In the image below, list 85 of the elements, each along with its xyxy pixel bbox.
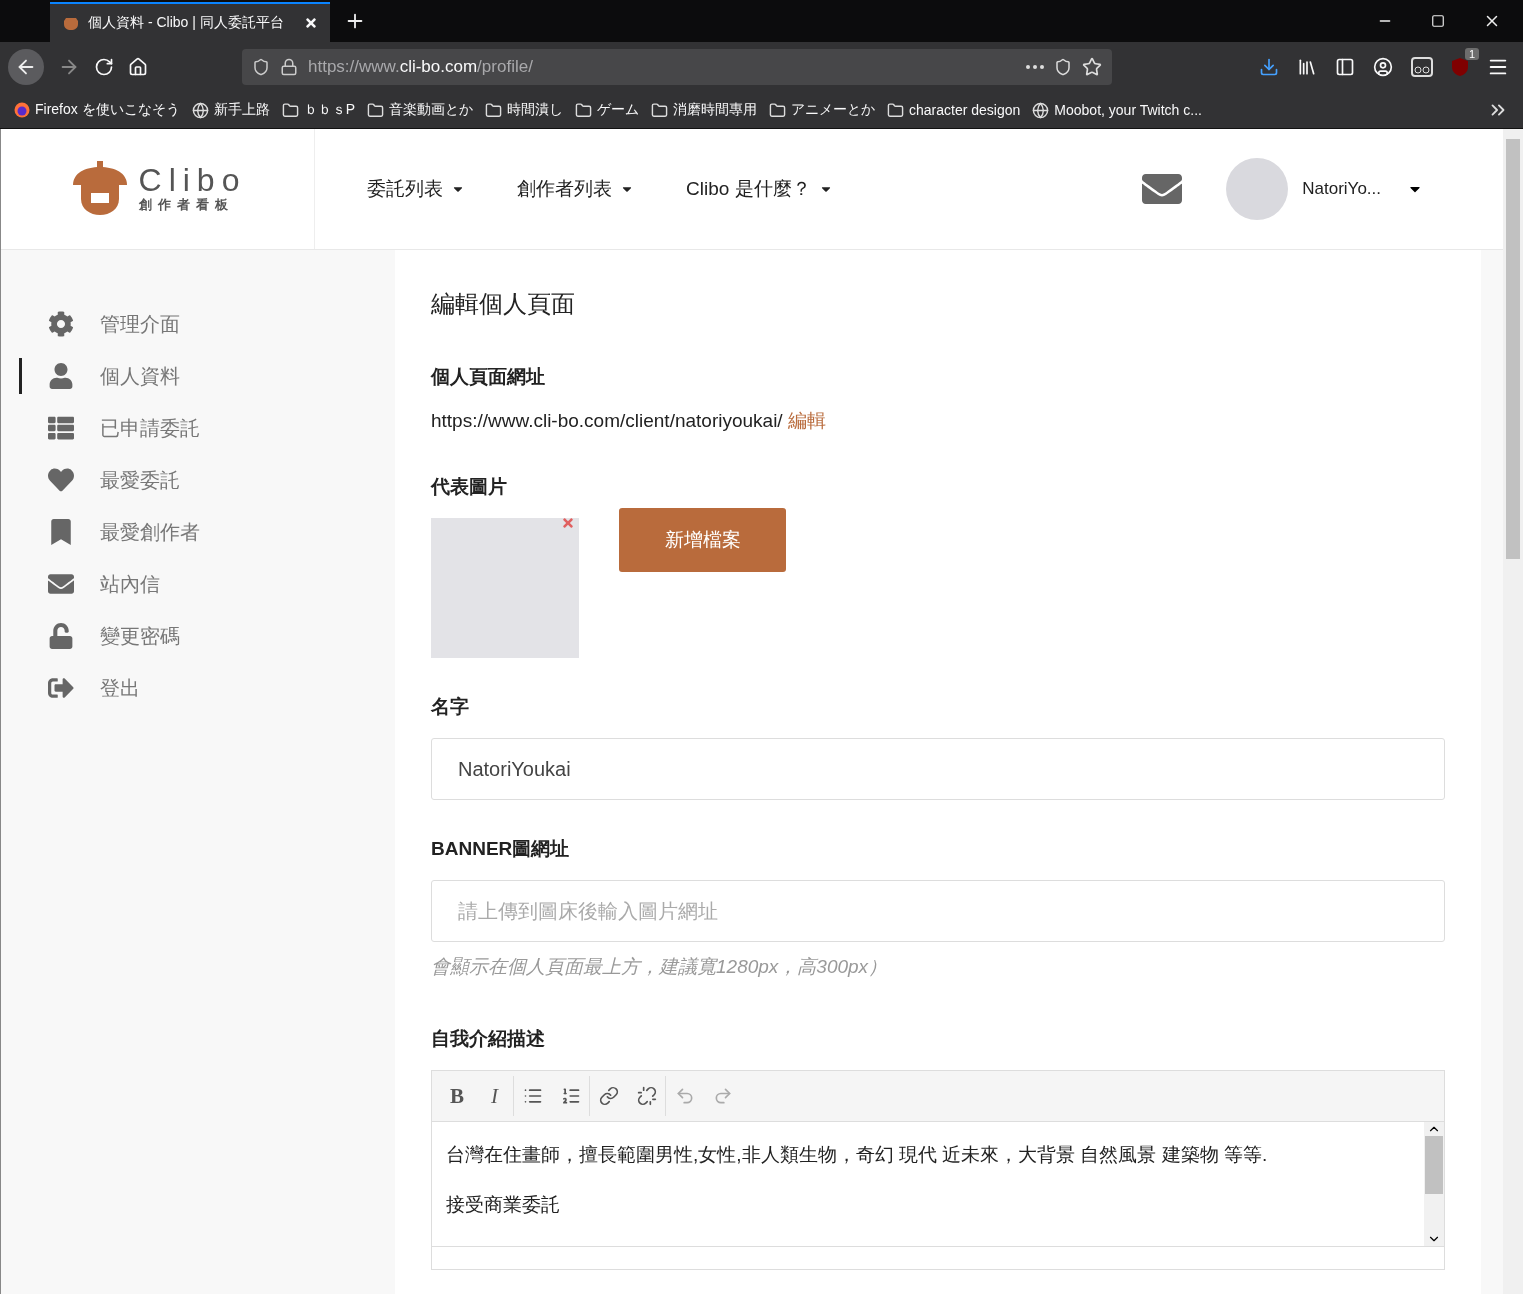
field-label: 自我介紹描述 xyxy=(431,1027,546,1051)
bio-paragraph: 接受商業委託 xyxy=(446,1193,561,1217)
sign-out-icon xyxy=(48,675,74,701)
undo-icon xyxy=(675,1086,695,1106)
sidebar-icon[interactable] xyxy=(1335,57,1355,77)
settings-icon xyxy=(48,311,74,337)
library-icon[interactable] xyxy=(1297,57,1317,77)
nav-menu-link[interactable]: Clibo 是什麼？ xyxy=(686,129,833,249)
folder-icon xyxy=(485,101,503,119)
back-button[interactable] xyxy=(8,49,44,85)
globe-icon xyxy=(1032,101,1050,119)
banner-url-input[interactable]: 請上傳到圖床後輸入圖片網址 xyxy=(431,880,1445,942)
logo-name: Clibo xyxy=(138,164,247,196)
maximize-icon[interactable] xyxy=(1431,14,1445,28)
page-title: 編輯個人頁面 xyxy=(431,289,576,319)
browser-tab[interactable]: 個人資料 - Clibo | 同人委託平台 xyxy=(50,2,330,42)
add-file-button[interactable]: 新增檔案 xyxy=(619,508,786,572)
delete-icon[interactable] xyxy=(561,516,575,530)
padlock-icon xyxy=(280,58,298,76)
count-badge: 1 xyxy=(1464,48,1479,60)
star-icon xyxy=(1082,57,1102,77)
sidebar-item[interactable]: 已申請委託 xyxy=(19,410,395,446)
folder-icon xyxy=(281,101,299,119)
folder-icon xyxy=(367,101,385,119)
edit-link[interactable]: 編輯 xyxy=(787,410,826,431)
bookmark-item[interactable]: Firefox を使いこなそう xyxy=(14,101,180,119)
folder-icon xyxy=(575,101,593,119)
unlocked-padlock-icon xyxy=(48,623,74,649)
field-label: 代表圖片 xyxy=(431,475,508,499)
sidebar-item[interactable]: 最愛創作者 xyxy=(19,514,395,550)
bold-button[interactable]: B xyxy=(438,1076,476,1116)
bookmark-item[interactable]: character desigon xyxy=(887,101,1021,119)
profile-url-text: https://www.cli-bo.com/client/natoriyoukai/ 編輯 xyxy=(431,409,827,433)
user-icon xyxy=(48,363,74,389)
redo-icon xyxy=(713,1086,733,1106)
tab-title: 個人資料 - Clibo | 同人委託平台 xyxy=(88,14,285,32)
heart-icon xyxy=(48,467,74,493)
numbered-list-icon xyxy=(560,1086,581,1106)
close-icon[interactable] xyxy=(304,16,318,30)
globe-icon xyxy=(191,101,209,119)
bookmark-item[interactable]: 消磨時間專用 xyxy=(651,101,758,119)
bookmark-item[interactable]: 時間潰し xyxy=(485,101,564,119)
shield-icon xyxy=(252,58,270,76)
field-label: 名字 xyxy=(431,695,470,719)
mask-icon[interactable] xyxy=(1411,57,1433,77)
logo-tagline: 創作者看板 xyxy=(138,196,235,214)
bookmark-item[interactable]: ゲーム xyxy=(575,101,640,119)
field-label: BANNER圖網址 xyxy=(431,837,571,861)
bulleted-list-icon xyxy=(523,1086,543,1106)
sidebar-item[interactable]: 登出 xyxy=(19,670,395,706)
envelope-icon xyxy=(48,571,74,597)
bio-paragraph: 台灣在住畫師，擅長範圍男性,女性,非人類生物，奇幻 現代 近未來，大背景 自然風景 建築物 等等. xyxy=(446,1143,1269,1167)
folder-icon xyxy=(887,101,905,119)
bookmark-item[interactable]: 音楽動画とか xyxy=(367,101,474,119)
list-icon xyxy=(48,415,74,441)
folder-icon xyxy=(651,101,669,119)
folder-icon xyxy=(769,101,787,119)
link-icon xyxy=(599,1086,619,1106)
page-scrollbar[interactable] xyxy=(1503,129,1523,1294)
italic-button[interactable]: I xyxy=(476,1076,514,1116)
sidebar-item[interactable]: 變更密碼 xyxy=(19,618,395,654)
nav-menu-link[interactable]: 創作者列表 xyxy=(517,129,634,249)
bookmark-item[interactable]: 新手上路 xyxy=(191,101,270,119)
reload-icon[interactable] xyxy=(94,57,114,77)
bookmark-icon xyxy=(48,519,74,545)
bookmark-item[interactable]: Moobot, your Twitch c... xyxy=(1032,101,1202,119)
more-icon[interactable] xyxy=(1026,65,1044,69)
sidebar-item[interactable]: 站內信 xyxy=(19,566,395,602)
name-input[interactable]: NatoriYoukai xyxy=(431,738,1445,800)
editor-scrollbar[interactable] xyxy=(1424,1122,1444,1246)
nav-menu-link[interactable]: 委託列表 xyxy=(367,129,465,249)
address-bar[interactable]: https://www.cli-bo.com/profile/ xyxy=(242,49,1112,85)
unlink-icon xyxy=(636,1086,657,1106)
field-label: 個人頁面網址 xyxy=(431,365,546,389)
sidebar-item[interactable]: 管理介面 xyxy=(19,306,395,342)
shield-icon[interactable] xyxy=(1451,57,1469,77)
url-text: https://www.cli-bo.com/profile/ xyxy=(308,57,534,77)
help-text: 會顯示在個人頁面最上方，建議寬1280px，高300px） xyxy=(431,955,889,979)
download-icon[interactable] xyxy=(1259,57,1279,77)
bookmark-item[interactable]: ｂｂｓP xyxy=(281,101,356,119)
user-name[interactable]: NatoriYo... xyxy=(1302,179,1381,199)
bookmark-item[interactable]: アニメーとか xyxy=(769,101,876,119)
account-icon[interactable] xyxy=(1373,57,1393,77)
sidebar-item[interactable]: 最愛委託 xyxy=(19,462,395,498)
home-icon[interactable] xyxy=(128,57,148,77)
